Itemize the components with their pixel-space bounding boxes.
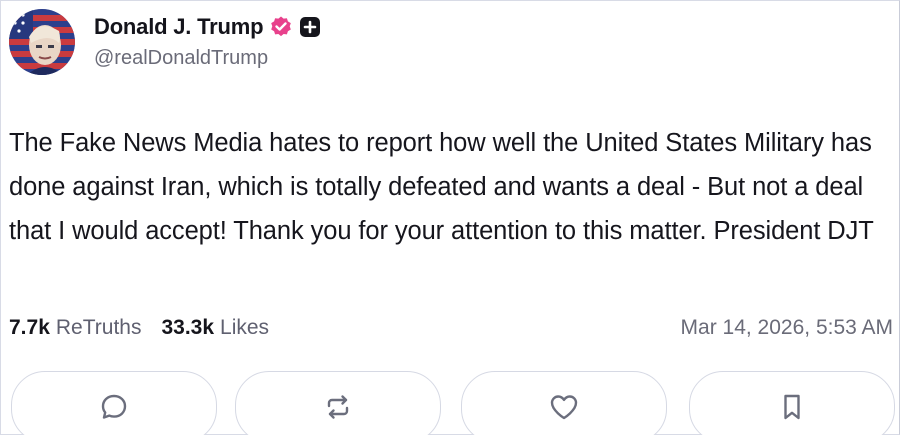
bookmark-button[interactable] bbox=[689, 371, 895, 435]
flag-portrait-avatar-icon bbox=[9, 9, 75, 75]
post-timestamp[interactable]: Mar 14, 2026, 5:53 AM bbox=[681, 316, 893, 340]
retruth-button[interactable] bbox=[235, 371, 441, 435]
retruths-count[interactable]: 7.7k bbox=[9, 316, 50, 340]
like-button[interactable] bbox=[461, 371, 667, 435]
post-header: Donald J. Trump @realDonaldTrump bbox=[9, 9, 321, 79]
post-body-text: The Fake News Media hates to report how … bbox=[9, 129, 874, 245]
post-stats: 7.7k ReTruths 33.3k Likes Mar 14, 2026, … bbox=[9, 313, 893, 343]
post-card: Donald J. Trump @realDonaldTrump The Fak… bbox=[0, 0, 900, 435]
plus-square-icon bbox=[299, 16, 321, 38]
author-display-name[interactable]: Donald J. Trump bbox=[94, 14, 264, 40]
post-actions bbox=[9, 371, 900, 435]
bookmark-icon bbox=[784, 394, 800, 420]
heart-icon bbox=[550, 395, 578, 420]
reply-button[interactable] bbox=[11, 371, 217, 435]
likes-count[interactable]: 33.3k bbox=[161, 316, 214, 340]
repost-arrows-icon bbox=[327, 395, 349, 419]
author-names: Donald J. Trump @realDonaldTrump bbox=[94, 11, 321, 70]
avatar[interactable] bbox=[9, 9, 75, 75]
verified-badge-icon bbox=[269, 15, 293, 39]
comment-bubble-icon bbox=[101, 394, 127, 419]
likes-label[interactable]: Likes bbox=[220, 316, 269, 340]
retruths-label[interactable]: ReTruths bbox=[56, 316, 142, 340]
name-row: Donald J. Trump bbox=[94, 11, 321, 43]
author-handle[interactable]: @realDonaldTrump bbox=[94, 47, 321, 70]
